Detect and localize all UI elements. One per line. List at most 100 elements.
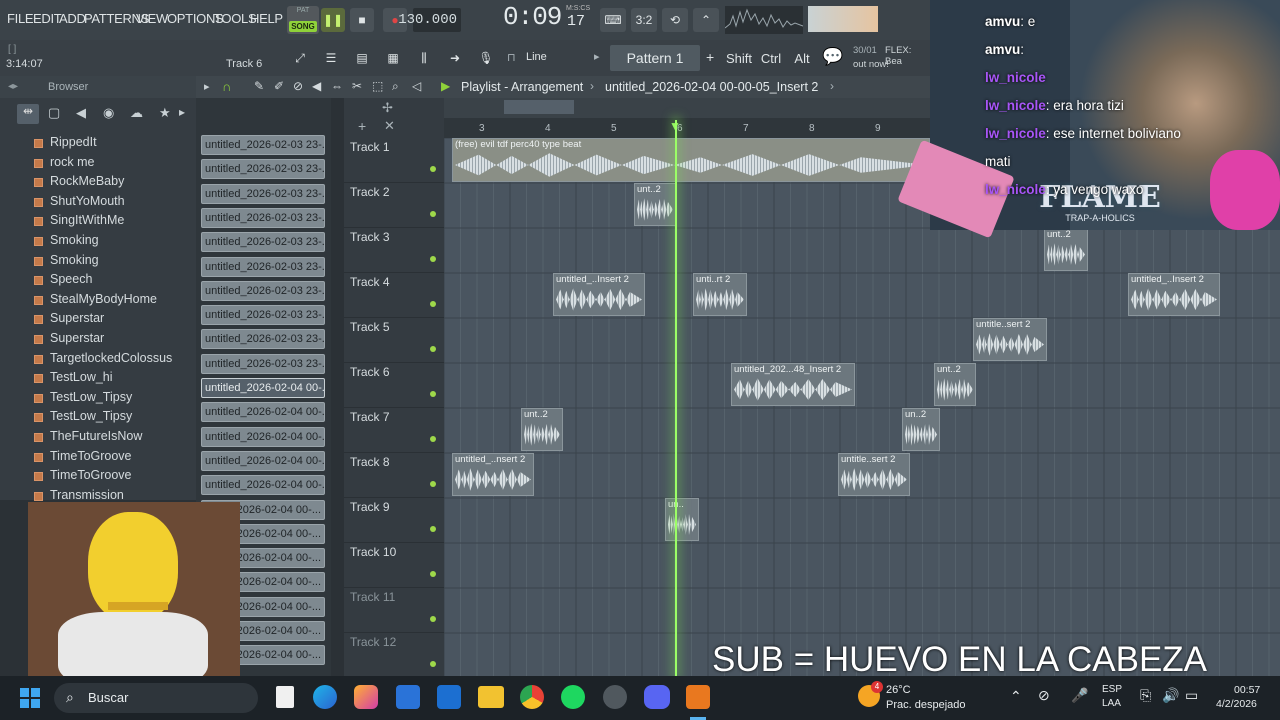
stop-button[interactable]: ■ — [350, 8, 374, 32]
menu-add[interactable]: ADD — [59, 11, 86, 26]
alt-button[interactable]: Alt — [789, 46, 815, 70]
menu-edit[interactable]: EDIT — [33, 11, 62, 26]
zoom-tool-icon[interactable]: ⌕ — [392, 79, 399, 94]
loop-record-icon[interactable]: ⟲ — [662, 8, 688, 32]
spotify-icon[interactable] — [561, 685, 585, 709]
tempo-display[interactable]: 130.000 — [398, 8, 461, 32]
news-text[interactable]: FLEX: Bea — [885, 45, 930, 67]
add-pattern-icon[interactable]: + — [706, 49, 714, 65]
browser-globe-icon[interactable]: ◉ — [103, 105, 114, 121]
picker-clip[interactable]: untitled_2026-02-04 00-... — [201, 475, 325, 496]
audio-clip[interactable]: unt..2 — [1044, 228, 1088, 271]
track-mute-led[interactable] — [430, 436, 436, 442]
track-mute-led[interactable] — [430, 256, 436, 262]
snap-line-select[interactable]: Line — [526, 51, 547, 63]
microphone-icon[interactable]: 🎙 — [475, 46, 497, 70]
picker-clip[interactable]: untitled_2026-02-04 00-... — [201, 426, 325, 447]
track-header[interactable]: Track 6 — [344, 363, 444, 408]
browser-cloud-icon[interactable]: ☁ — [130, 105, 143, 121]
picker-clip[interactable]: untitled_2026-02-03 23-... — [201, 353, 325, 374]
typing-keyboard-icon[interactable]: ⌨ — [600, 8, 626, 32]
track-mute-led[interactable] — [430, 346, 436, 352]
track-mute-led[interactable] — [430, 211, 436, 217]
audio-clip[interactable]: unt..2 — [521, 408, 563, 451]
weather-desc[interactable]: Prac. despejado — [886, 699, 966, 711]
browser-item[interactable]: Superstar — [50, 331, 104, 345]
picker-clip[interactable]: untitled_2026-02-03 23-... — [201, 256, 325, 277]
browser-item[interactable]: RockMeBaby — [50, 174, 124, 188]
shift-button[interactable]: Shift — [725, 46, 753, 70]
browser-item[interactable]: Transmission — [50, 488, 124, 502]
timeline-ruler[interactable] — [444, 118, 930, 138]
browser-file-icon[interactable]: ▢ — [48, 105, 60, 121]
language-layout[interactable]: LAA — [1102, 698, 1121, 709]
track-mute-led[interactable] — [430, 661, 436, 667]
audio-clip[interactable]: untitle..sert 2 — [973, 318, 1047, 361]
breadcrumb-next-icon[interactable]: › — [830, 79, 834, 93]
time-signature[interactable]: 3:2 — [631, 8, 657, 32]
browser-item[interactable]: RippedIt — [50, 135, 97, 149]
track-header[interactable]: Track 12 — [344, 633, 444, 678]
menu-file[interactable]: FILE — [7, 11, 34, 26]
pattern-selector[interactable]: Pattern 1 — [610, 45, 700, 71]
picker-clip[interactable]: untitled_2026-02-03 23-... — [201, 183, 325, 204]
audio-clip[interactable]: un.. — [665, 498, 699, 541]
audio-clip[interactable]: untitled_202...48_Insert 2 — [731, 363, 855, 406]
slip-tool-icon[interactable]: ⇔ — [331, 79, 343, 93]
menu-view[interactable]: VIEW — [136, 11, 168, 26]
audio-clip[interactable]: unt..2 — [934, 363, 976, 406]
browser-item[interactable]: TimeToGroove — [50, 449, 132, 463]
file-explorer-icon[interactable] — [478, 686, 504, 708]
browser-item[interactable]: TestLow_Tipsy — [50, 409, 132, 423]
chrome-icon[interactable] — [520, 685, 544, 709]
audio-clip[interactable]: unti..rt 2 — [693, 273, 747, 316]
volume-icon[interactable]: 🔊 — [1162, 687, 1179, 704]
picker-clip[interactable]: untitled_2026-02-03 23-... — [201, 135, 325, 155]
track-header[interactable]: Track 3 — [344, 228, 444, 273]
track-header[interactable]: Track 2 — [344, 183, 444, 228]
weather-temp[interactable]: 26°C — [886, 684, 911, 696]
playhead[interactable] — [675, 120, 677, 676]
picker-clip[interactable]: untitled_2026-02-03 23-... — [201, 159, 325, 180]
browser-item[interactable]: TargetlockedColossus — [50, 351, 172, 365]
snap-icon[interactable]: ⤢ — [289, 46, 311, 70]
menu-help[interactable]: HELP — [250, 11, 283, 26]
delete-tool-icon[interactable]: ⊘ — [293, 79, 303, 93]
audio-clip[interactable]: untitled_..Insert 2 — [553, 273, 645, 316]
pattern-prev-icon[interactable]: ▸ — [594, 50, 600, 63]
browser-item[interactable]: StealMyBodyHome — [50, 292, 157, 306]
browser-item[interactable]: Smoking — [50, 233, 99, 247]
picker-clip[interactable]: untitled_2026-02-04 00-... — [201, 450, 325, 471]
slice-tool-icon[interactable]: ✂ — [352, 79, 362, 93]
browser-item[interactable]: Smoking — [50, 253, 99, 267]
news-text-2[interactable]: out now! — [853, 59, 889, 70]
clock-time[interactable]: 00:57 — [1234, 684, 1260, 696]
picker-clip[interactable]: untitled_2026-02-04 00-... — [201, 402, 325, 423]
store-icon[interactable] — [396, 685, 420, 709]
track-header[interactable]: Track 4 — [344, 273, 444, 318]
browser-item[interactable]: Speech — [50, 272, 92, 286]
track-mute-led[interactable] — [430, 481, 436, 487]
browser-arrows-icon[interactable]: ◂▸ — [8, 81, 18, 92]
browser-item[interactable]: SingItWithMe — [50, 213, 124, 227]
browser-item[interactable]: TheFutureIsNow — [50, 429, 142, 443]
windows-start-icon[interactable] — [20, 688, 40, 708]
arrow-right-icon[interactable]: ➜ — [444, 46, 466, 70]
battery-icon[interactable]: ▭ — [1185, 687, 1198, 704]
microphone-tray-icon[interactable]: 🎤 — [1071, 687, 1088, 704]
select-tool-icon[interactable]: ⬚ — [372, 79, 383, 93]
audio-clip[interactable]: untitle..sert 2 — [838, 453, 910, 496]
edge-icon[interactable] — [313, 685, 337, 709]
network-icon[interactable]: ⎘ — [1140, 687, 1151, 704]
track-header[interactable]: Track 1 — [344, 138, 444, 183]
mute-tool-icon[interactable]: ◀ — [312, 79, 321, 93]
audio-clip[interactable]: unt..2 — [634, 183, 676, 226]
browser-item[interactable]: ShutYoMouth — [50, 194, 125, 208]
playback-tool-icon[interactable]: ◁ — [412, 79, 421, 93]
playlist-menu-icon[interactable]: ▸ — [204, 80, 210, 93]
picker-clip[interactable]: untitled_2026-02-03 23-... — [201, 329, 325, 350]
discord-icon[interactable] — [644, 685, 670, 709]
track-mute-led[interactable] — [430, 616, 436, 622]
audio-clip[interactable]: (free) evil tdf perc40 type beat — [452, 138, 930, 182]
picker-clip[interactable]: untitled_2026-02-03 23-... — [201, 305, 325, 326]
